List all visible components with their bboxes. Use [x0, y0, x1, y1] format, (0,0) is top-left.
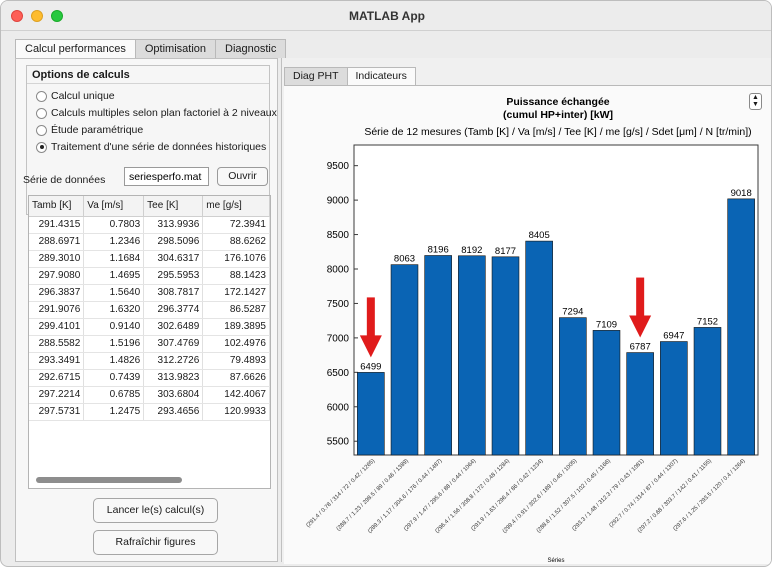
- x-tick-label: (289.3 / 1.17 / 304.6 / 176 / 0.44 / 148…: [367, 458, 444, 535]
- x-axis-label: Séries: [547, 558, 564, 564]
- y-tick-label: 7500: [327, 299, 350, 310]
- app-window: MATLAB App Calcul performances Optimisat…: [0, 0, 772, 567]
- x-tick-label: (299.4 / 0.91 / 302.6 / 189 / 0.45 / 100…: [502, 458, 579, 535]
- bar-value-label: 7294: [562, 307, 583, 318]
- x-tick-label: (288.7 / 1.23 / 298.5 / 89 / 0.46 / 1389…: [336, 458, 410, 532]
- x-tick-label: (293.3 / 1.48 / 312.3 / 79 / 0.43 / 1081…: [571, 458, 645, 532]
- bar-value-label: 7109: [596, 319, 617, 330]
- chart-subtitle: Série de 12 mesures (Tamb [K] / Va [m/s]…: [364, 126, 751, 138]
- bar: [660, 341, 688, 456]
- bar-value-label: 6947: [663, 331, 684, 342]
- bar-value-label: 6787: [630, 342, 651, 353]
- y-tick-label: 8500: [327, 230, 350, 241]
- bar-value-label: 8177: [495, 246, 516, 257]
- bar: [491, 256, 520, 456]
- chart-title: Puissance échangée: [506, 96, 609, 108]
- x-tick-label: (291.9 / 1.63 / 296.4 / 86 / 0.42 / 1234…: [470, 458, 544, 532]
- bar: [592, 330, 621, 456]
- bar: [424, 255, 452, 456]
- bar: [727, 198, 755, 456]
- bar-chart: Puissance échangée (cumul HP+inter) [kW]…: [305, 96, 759, 564]
- bar: [626, 352, 654, 456]
- bar: [390, 264, 419, 456]
- x-tick-label: (288.6 / 1.52 / 307.5 / 102 / 0.45 / 116…: [536, 458, 612, 534]
- y-tick-label: 9000: [327, 196, 350, 207]
- x-tick-label: (291.4 / 0.78 / 314 / 72 / 0.42 / 1265): [305, 458, 376, 529]
- bar: [693, 327, 722, 456]
- bar-value-label: 8405: [529, 230, 550, 241]
- x-tick-label: (297.6 / 1.25 / 293.5 / 120 / 0.4 / 1264…: [672, 458, 746, 532]
- bar-value-label: 6499: [360, 361, 381, 372]
- x-tick-label: (296.4 / 1.56 / 308.8 / 172 / 0.48 / 128…: [434, 458, 511, 535]
- bar-value-label: 8063: [394, 254, 415, 265]
- bar: [525, 240, 553, 456]
- x-tick-label: (292.7 / 0.74 / 314 / 87 / 0.44 / 1307): [608, 458, 679, 529]
- y-tick-label: 7000: [327, 333, 350, 344]
- x-tick-labels: (291.4 / 0.78 / 314 / 72 / 0.42 / 1265)(…: [305, 458, 746, 535]
- y-tick-label: 6500: [327, 368, 350, 379]
- bar: [458, 255, 486, 456]
- y-axis: 5500 6000 6500 7000 7500 8000 8500 9000 9500: [327, 161, 358, 448]
- arrow-shaft: [636, 277, 645, 318]
- y-tick-label: 9500: [327, 161, 350, 172]
- y-tick-label: 5500: [327, 437, 350, 448]
- x-tick-label: (297.2 / 0.68 / 303.7 / 142 / 0.41 / 115…: [637, 458, 713, 534]
- bar: [559, 317, 587, 456]
- bar-value-label: 7152: [697, 316, 718, 327]
- x-tick-label: (297.9 / 1.47 / 295.6 / 88 / 0.44 / 1064…: [403, 458, 477, 532]
- y-tick-label: 8000: [327, 265, 350, 276]
- chart-title-line2: (cumul HP+inter) [kW]: [503, 109, 613, 121]
- bar: [357, 372, 385, 456]
- arrow-shaft: [366, 297, 375, 338]
- bar-value-label: 9018: [731, 188, 752, 199]
- bar-value-label: 8192: [461, 245, 482, 256]
- y-tick-label: 6000: [327, 402, 350, 413]
- bar-value-label: 8196: [428, 244, 449, 255]
